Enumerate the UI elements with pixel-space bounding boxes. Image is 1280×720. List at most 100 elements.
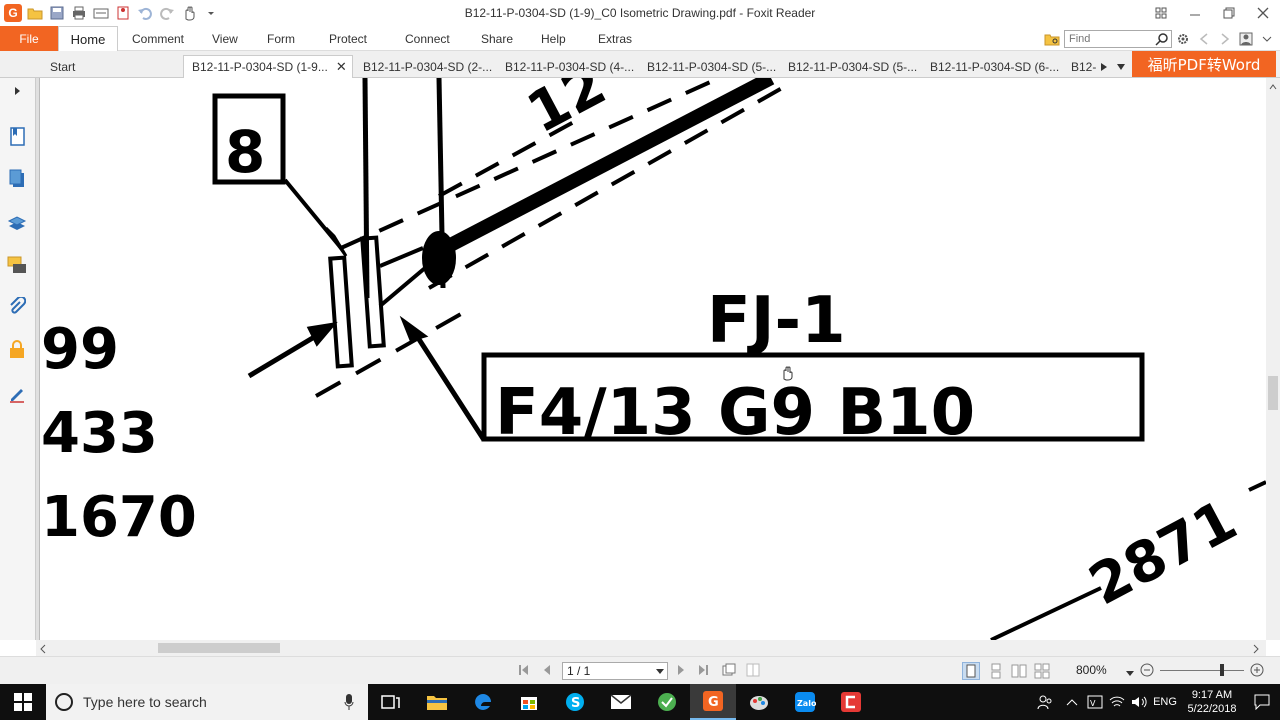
skype-icon[interactable]: S bbox=[552, 684, 598, 720]
language-indicator[interactable]: ENG bbox=[1150, 696, 1180, 708]
zoom-dropdown-icon[interactable] bbox=[1126, 666, 1134, 680]
windows-start-button[interactable] bbox=[0, 684, 46, 720]
layers-icon[interactable] bbox=[6, 212, 28, 234]
doc-tab-6[interactable]: B12-11-P-0304-SD (6-... bbox=[922, 55, 1059, 78]
user-account-icon[interactable] bbox=[1237, 30, 1255, 48]
tab-home[interactable]: Home bbox=[58, 26, 118, 51]
new-pdf-icon[interactable] bbox=[114, 4, 132, 22]
doc-tab-4[interactable]: B12-11-P-0304-SD (5-... bbox=[639, 55, 776, 78]
close-button[interactable] bbox=[1246, 0, 1280, 26]
hand-tool-icon[interactable] bbox=[180, 4, 198, 22]
restore-button[interactable] bbox=[1212, 0, 1246, 26]
doc-tab-2[interactable]: B12-11-P-0304-SD (2-... bbox=[355, 55, 492, 78]
save-icon[interactable] bbox=[48, 4, 66, 22]
customize-toolbar-icon[interactable] bbox=[202, 4, 220, 22]
action-center-icon[interactable] bbox=[1244, 684, 1280, 720]
continuous-view-icon[interactable] bbox=[988, 663, 1004, 682]
taskbar-search-box[interactable]: Type here to search bbox=[46, 684, 368, 720]
open-folder-icon[interactable] bbox=[26, 4, 44, 22]
scroll-left-icon[interactable] bbox=[39, 643, 47, 657]
tab-comment[interactable]: Comment bbox=[132, 26, 184, 51]
back-arrow-icon[interactable] bbox=[1195, 30, 1213, 48]
comments-icon[interactable] bbox=[6, 254, 28, 276]
store-icon[interactable] bbox=[506, 684, 552, 720]
close-tab-icon[interactable]: ✕ bbox=[336, 59, 347, 75]
next-page-icon[interactable] bbox=[676, 664, 686, 679]
single-page-view-icon[interactable] bbox=[962, 662, 980, 680]
scroll-up-icon[interactable] bbox=[1269, 80, 1277, 94]
zoom-slider-track[interactable] bbox=[1160, 670, 1244, 671]
split-view-icon[interactable] bbox=[746, 663, 760, 680]
mail-icon[interactable] bbox=[598, 684, 644, 720]
paint-icon[interactable] bbox=[736, 684, 782, 720]
coccoc-browser-icon[interactable] bbox=[644, 684, 690, 720]
file-tab[interactable]: File bbox=[0, 26, 58, 51]
camtasia-icon[interactable] bbox=[828, 684, 874, 720]
tab-connect[interactable]: Connect bbox=[405, 26, 450, 51]
redo-icon[interactable] bbox=[158, 4, 176, 22]
last-page-icon[interactable] bbox=[697, 664, 709, 679]
doc-tab-5[interactable]: B12-11-P-0304-SD (5-... bbox=[780, 55, 917, 78]
tab-scroll-right-icon[interactable] bbox=[1092, 55, 1108, 78]
first-page-icon[interactable] bbox=[518, 664, 530, 679]
horizontal-scroll-thumb[interactable] bbox=[158, 643, 280, 653]
vertical-scrollbar[interactable] bbox=[1266, 78, 1280, 640]
tab-help[interactable]: Help bbox=[541, 26, 566, 51]
gear-icon[interactable] bbox=[1174, 30, 1192, 48]
bookmarks-icon[interactable] bbox=[6, 126, 28, 148]
zoom-in-icon[interactable] bbox=[1249, 662, 1265, 681]
security-lock-icon[interactable] bbox=[6, 338, 28, 360]
facing-view-icon[interactable] bbox=[1011, 663, 1027, 682]
undo-icon[interactable] bbox=[136, 4, 154, 22]
convert-pdf-to-word-button[interactable]: 福昕PDF转Word bbox=[1132, 51, 1276, 77]
edge-browser-icon[interactable] bbox=[460, 684, 506, 720]
tab-extras[interactable]: Extras bbox=[598, 26, 632, 51]
input-method-icon[interactable]: V bbox=[1084, 684, 1106, 720]
scan-icon[interactable] bbox=[92, 4, 110, 22]
zalo-icon[interactable]: Zalo bbox=[782, 684, 828, 720]
signature-pen-icon[interactable] bbox=[6, 382, 28, 404]
show-hidden-icons-icon[interactable] bbox=[1060, 684, 1084, 720]
zoom-out-icon[interactable] bbox=[1139, 662, 1155, 681]
task-view-icon[interactable] bbox=[368, 684, 414, 720]
scroll-right-icon[interactable] bbox=[1252, 643, 1260, 657]
document-view[interactable]: 8 FJ-1 F4/13 G9 B10 99 433 1670 2871 12 bbox=[41, 78, 1266, 640]
wifi-icon[interactable] bbox=[1106, 684, 1128, 720]
doc-tab-1[interactable]: B12-11-P-0304-SD (1-9... ✕ bbox=[183, 55, 353, 78]
tab-list-dropdown-icon[interactable] bbox=[1108, 55, 1126, 78]
attachments-icon[interactable] bbox=[6, 296, 28, 318]
minimize-button[interactable] bbox=[1178, 0, 1212, 26]
doc-tab-3[interactable]: B12-11-P-0304-SD (4-... bbox=[497, 55, 634, 78]
collapse-ribbon-icon[interactable] bbox=[1258, 30, 1276, 48]
ribbon-options-icon[interactable] bbox=[1144, 0, 1178, 26]
continuous-facing-view-icon[interactable] bbox=[1034, 663, 1050, 682]
vertical-scroll-thumb[interactable] bbox=[1268, 376, 1278, 410]
search-icon[interactable] bbox=[1153, 30, 1171, 48]
copy-view-icon[interactable] bbox=[722, 663, 736, 680]
previous-page-icon[interactable] bbox=[542, 664, 552, 679]
microphone-icon[interactable] bbox=[344, 694, 354, 710]
volume-icon[interactable] bbox=[1128, 684, 1150, 720]
expand-panel-icon[interactable] bbox=[6, 80, 28, 102]
tab-share[interactable]: Share bbox=[481, 26, 513, 51]
people-icon[interactable] bbox=[1030, 684, 1060, 720]
pages-icon[interactable] bbox=[6, 168, 28, 190]
horizontal-scrollbar[interactable] bbox=[36, 640, 1266, 656]
print-icon[interactable] bbox=[70, 4, 88, 22]
tab-form[interactable]: Form bbox=[267, 26, 295, 51]
title-bar: G B12-11-P-0304-SD (1-9)_C0 Isometric Dr… bbox=[0, 0, 1280, 26]
tab-start[interactable]: Start bbox=[42, 55, 75, 78]
zoom-level[interactable]: 800% bbox=[1076, 663, 1107, 677]
file-explorer-icon[interactable] bbox=[414, 684, 460, 720]
forward-arrow-icon[interactable] bbox=[1216, 30, 1234, 48]
page-number-field[interactable]: 1 / 1 bbox=[562, 662, 668, 680]
foxit-logo-icon[interactable]: G bbox=[4, 4, 22, 22]
foxit-reader-taskbar-icon[interactable]: G bbox=[690, 684, 736, 720]
doc-tab-label: B12-11-P-0304-SD (1-9... bbox=[192, 60, 328, 74]
tab-protect[interactable]: Protect bbox=[329, 26, 367, 51]
zoom-slider-knob[interactable] bbox=[1220, 664, 1224, 676]
panel-splitter[interactable] bbox=[36, 78, 40, 640]
tab-view[interactable]: View bbox=[212, 26, 238, 51]
system-clock[interactable]: 9:17 AM 5/22/2018 bbox=[1180, 688, 1244, 716]
folder-search-icon[interactable] bbox=[1043, 30, 1061, 48]
